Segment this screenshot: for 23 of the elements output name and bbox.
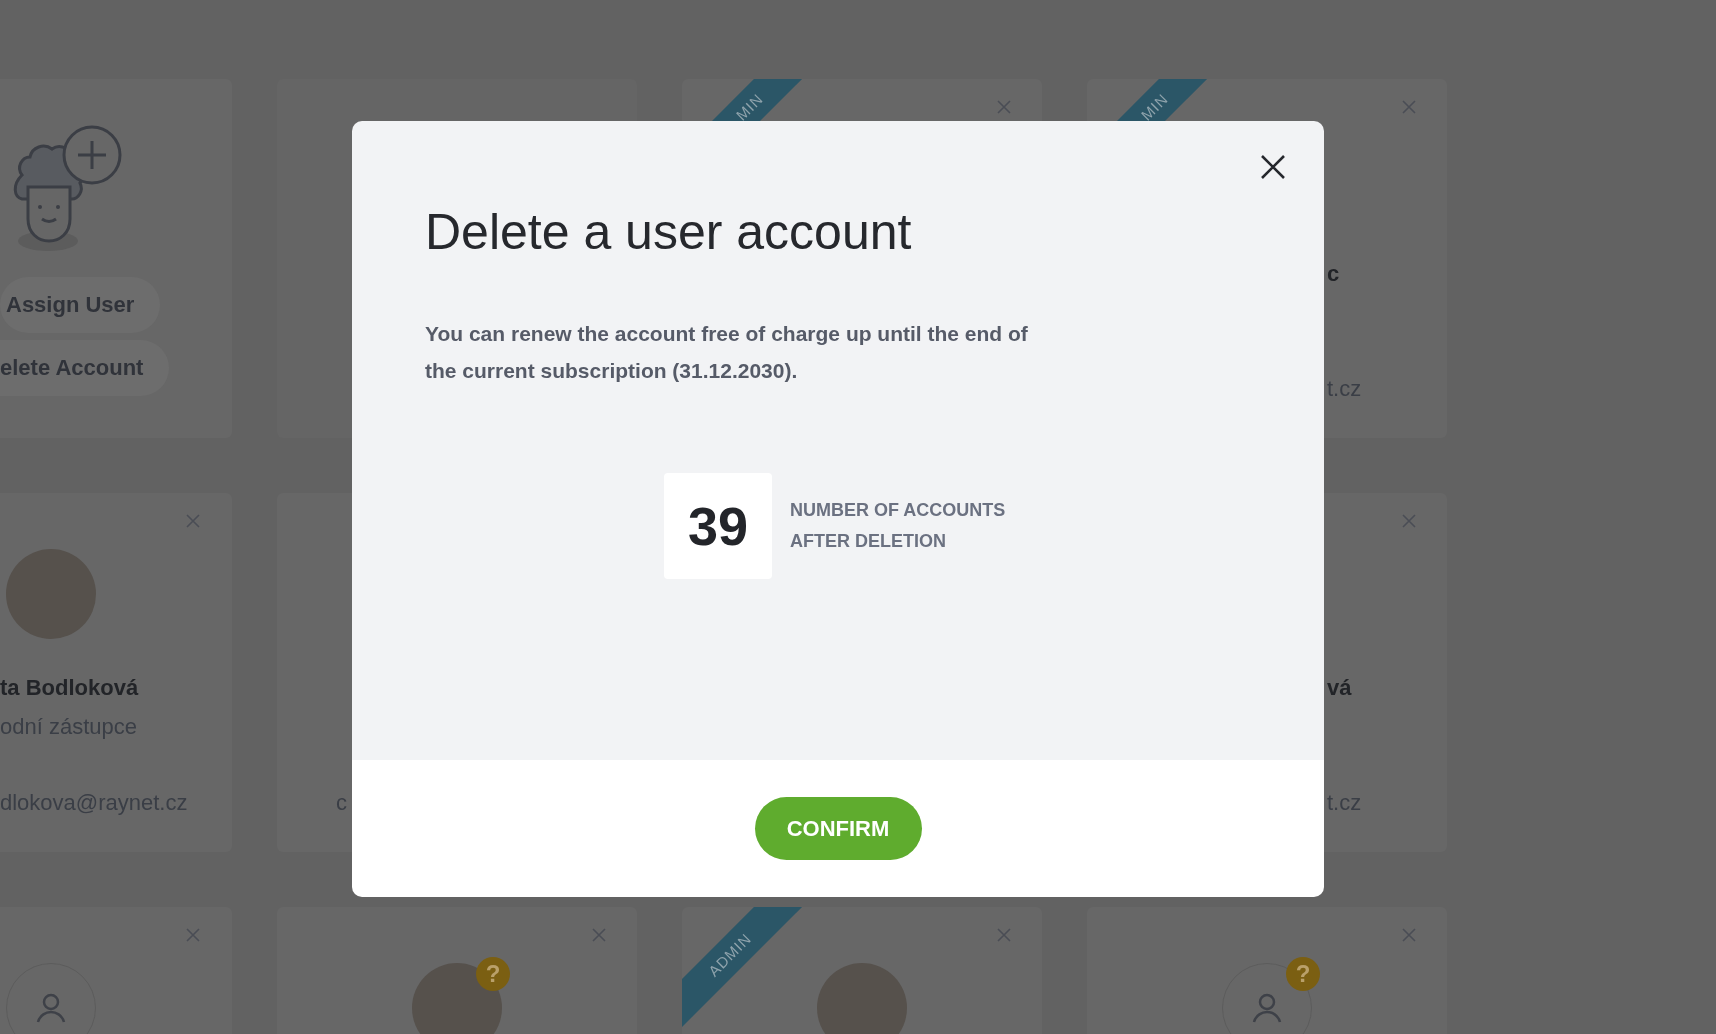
confirm-button[interactable]: CONFIRM xyxy=(754,797,922,860)
close-button[interactable] xyxy=(1260,154,1286,180)
close-icon[interactable] xyxy=(185,513,201,529)
question-badge: ? xyxy=(476,957,510,991)
person-icon xyxy=(34,991,68,1025)
dialog-title: Delete a user account xyxy=(425,203,913,262)
close-icon[interactable] xyxy=(1401,513,1417,529)
user-name: ta Bodloková xyxy=(0,675,139,700)
user-name: c xyxy=(1327,261,1340,286)
count-label: NUMBER OF ACCOUNTS AFTER DELETION xyxy=(790,499,1007,553)
close-icon[interactable] xyxy=(1401,927,1417,943)
question-badge: ? xyxy=(1286,957,1320,991)
person-icon xyxy=(1250,991,1284,1025)
pill-button[interactable]: elete Account xyxy=(0,340,170,396)
dialog-message: You can renew the account free of charge up until the end of the current subscription (31.12.2030). xyxy=(425,321,1029,384)
user-name: vá xyxy=(1327,675,1352,700)
close-icon[interactable] xyxy=(996,99,1012,115)
close-icon[interactable] xyxy=(996,927,1012,943)
close-icon[interactable] xyxy=(1401,99,1417,115)
close-icon[interactable] xyxy=(591,927,607,943)
pill-button[interactable]: Assign User xyxy=(0,277,161,333)
close-icon[interactable] xyxy=(185,927,201,943)
account-count: 39 xyxy=(664,473,772,579)
